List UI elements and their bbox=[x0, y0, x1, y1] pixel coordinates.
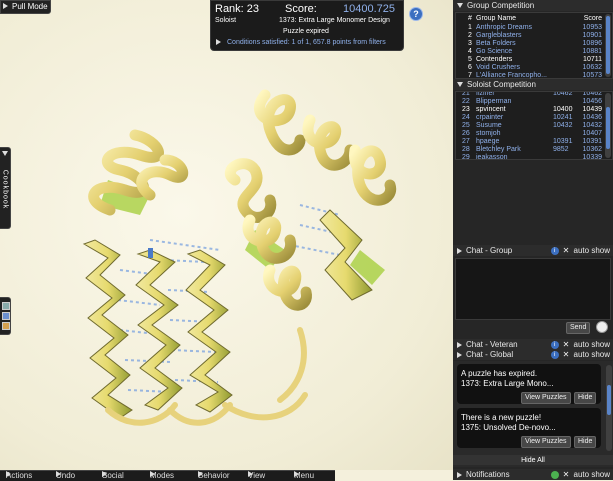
tool-icon-3[interactable] bbox=[2, 322, 10, 330]
notification-area: A puzzle has expired. 1373: Extra Large … bbox=[453, 361, 613, 467]
hide-button[interactable]: Hide bbox=[574, 392, 597, 404]
chat-group-panel: Chat - Group i ✕ auto show Send bbox=[453, 245, 613, 338]
cookbook-expand-icon bbox=[2, 151, 8, 156]
close-icon[interactable]: ✕ bbox=[563, 469, 570, 480]
score-panel: Rank: 23 Score: 10400.725 Soloist 1373: … bbox=[210, 0, 404, 51]
collapse-icon bbox=[457, 3, 463, 9]
puzzle-status: Puzzle expired bbox=[283, 28, 329, 35]
auto-show-toggle[interactable]: auto show bbox=[574, 246, 610, 255]
auto-show-toggle[interactable]: auto show bbox=[574, 340, 610, 349]
soloist-scrollbar[interactable] bbox=[605, 93, 611, 158]
soloist-row[interactable]: 29 jeakasson 10339 bbox=[456, 153, 602, 159]
auto-show-toggle[interactable]: auto show bbox=[574, 350, 610, 359]
notification-card: There is a new puzzle! 1375: Unsolved De… bbox=[457, 408, 601, 448]
close-icon[interactable]: ✕ bbox=[563, 349, 570, 360]
cookbook-label: Cookbook bbox=[1, 169, 9, 210]
hide-all-button[interactable]: Hide All bbox=[453, 455, 613, 465]
chat-global-header[interactable]: Chat - Global i ✕ auto show bbox=[453, 349, 613, 360]
notifications-header[interactable]: Notifications ✕ auto show bbox=[453, 469, 613, 480]
expand-icon bbox=[457, 351, 462, 358]
protein-structure bbox=[82, 89, 397, 426]
cookbook-tab[interactable]: Cookbook bbox=[0, 147, 11, 229]
rank-label: Rank: 23 bbox=[215, 3, 260, 15]
group-table-header: # Group Name Score bbox=[468, 15, 602, 22]
close-icon[interactable]: ✕ bbox=[563, 245, 570, 256]
bottom-menu-bar: Actions Undo Social Modes Behavior View … bbox=[0, 470, 335, 481]
info-icon[interactable]: i bbox=[550, 350, 559, 359]
score-value: 10400.725 bbox=[343, 3, 395, 15]
puzzle-name: 1373: Extra Large Monomer Design bbox=[279, 17, 390, 24]
status-icon bbox=[550, 470, 559, 479]
view-puzzles-button[interactable]: View Puzzles bbox=[521, 392, 571, 404]
expand-icon bbox=[457, 341, 462, 348]
expand-icon bbox=[3, 2, 8, 9]
score-label: Score: bbox=[285, 3, 317, 15]
conditions-expand-icon[interactable] bbox=[216, 39, 221, 45]
chat-group-messages[interactable] bbox=[455, 258, 611, 320]
chat-group-header[interactable]: Chat - Group i ✕ auto show bbox=[453, 245, 613, 256]
pull-mode-label: Pull Mode bbox=[12, 2, 48, 11]
tool-strip bbox=[0, 297, 11, 335]
pull-mode-button[interactable]: Pull Mode bbox=[0, 0, 51, 14]
protein-viewport[interactable] bbox=[0, 0, 453, 470]
soloist-competition-table: 21 fiziner 10462 10462 22 Blipperman 10456 23 sp… bbox=[455, 91, 613, 160]
hide-button[interactable]: Hide bbox=[574, 436, 597, 448]
expand-icon bbox=[457, 471, 462, 478]
group-competition-panel: Group Competition # Group Name Score 1 An… bbox=[453, 0, 613, 79]
send-button[interactable]: Send bbox=[566, 322, 591, 334]
group-competition-table: # Group Name Score 1 Anthropic Dreams 1095… bbox=[455, 12, 613, 79]
conditions-status[interactable]: Conditions satisfied: 1 of 1, 657.8 poin… bbox=[227, 39, 386, 46]
mode-label: Soloist bbox=[215, 17, 237, 24]
tool-icon-1[interactable] bbox=[2, 302, 10, 310]
notification-scrollbar[interactable] bbox=[606, 365, 612, 451]
expand-icon bbox=[457, 247, 462, 254]
auto-show-toggle[interactable]: auto show bbox=[574, 470, 610, 479]
collapse-icon bbox=[457, 82, 463, 88]
soloist-competition-header[interactable]: Soloist Competition bbox=[453, 79, 613, 90]
help-icon[interactable]: ? bbox=[409, 7, 423, 21]
notification-card: A puzzle has expired. 1373: Extra Large … bbox=[457, 364, 601, 404]
soloist-competition-panel: Soloist Competition 21 fiziner 10462 10462 2… bbox=[453, 79, 613, 160]
view-puzzles-button[interactable]: View Puzzles bbox=[521, 436, 571, 448]
info-icon[interactable]: i bbox=[550, 340, 559, 349]
info-icon[interactable]: i bbox=[550, 246, 559, 255]
tool-icon-2[interactable] bbox=[2, 312, 10, 320]
clock-icon[interactable] bbox=[596, 321, 608, 333]
right-sidebar: Group Competition # Group Name Score 1 An… bbox=[453, 0, 613, 480]
group-scrollbar[interactable] bbox=[605, 14, 611, 77]
group-competition-header[interactable]: Group Competition bbox=[453, 0, 613, 11]
